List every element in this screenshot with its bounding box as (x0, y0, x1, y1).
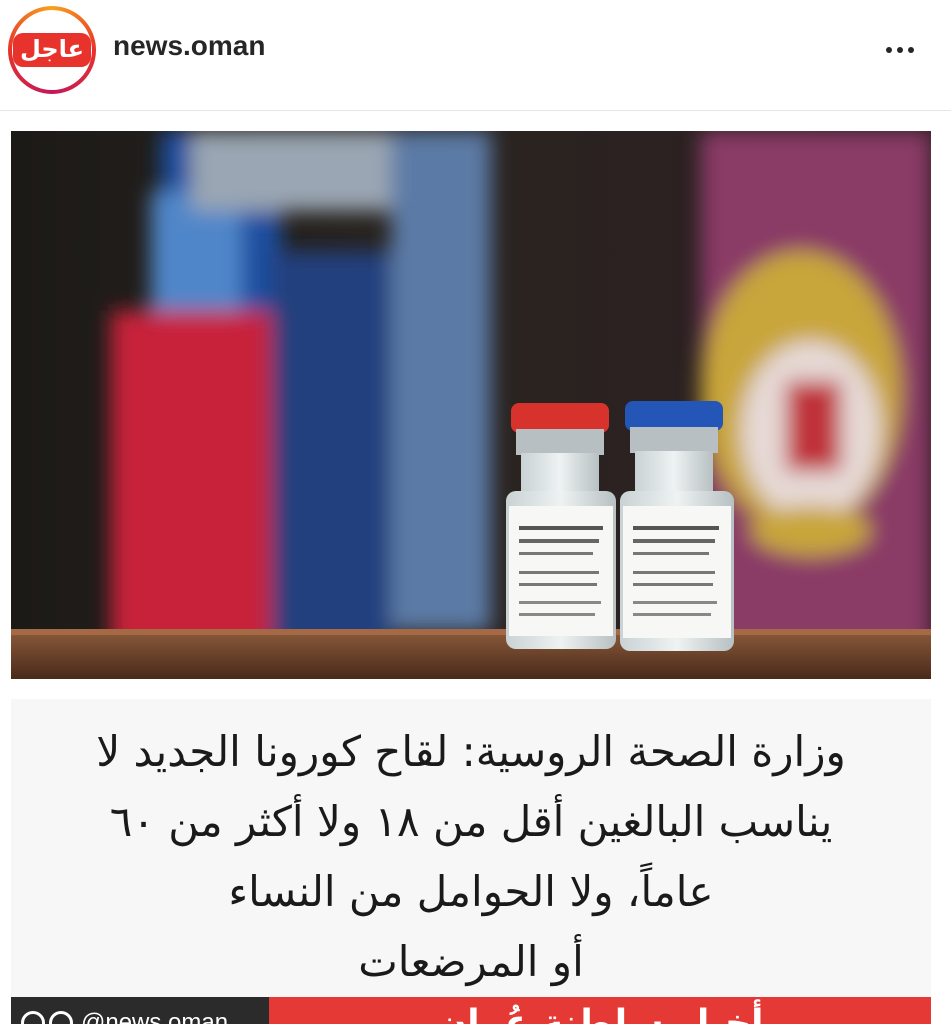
headline-text: وزارة الصحة الروسية: لقاح كورونا الجديد … (11, 717, 931, 997)
whatsapp-icon (21, 1011, 45, 1024)
avatar-logo: عاجل (12, 15, 92, 85)
footer-handle: @news.oman (81, 1009, 229, 1024)
blue-cap-vial (620, 401, 734, 651)
more-dot-icon (908, 47, 914, 53)
avatar-border: عاجل (12, 10, 92, 90)
post-photo[interactable] (11, 131, 931, 679)
headline-line: عاماً، ولا الحوامل من النساء (228, 867, 714, 916)
red-cap-vial (506, 403, 616, 649)
instagram-icon (49, 1011, 73, 1024)
footer-banner-text: أخبار سلطنة عُمان (269, 997, 931, 1024)
headline-line: وزارة الصحة الروسية: لقاح كورونا الجديد … (96, 727, 846, 776)
more-dot-icon (886, 47, 892, 53)
headline-line: أو المرضعات (358, 937, 584, 986)
post-caption-panel: وزارة الصحة الروسية: لقاح كورونا الجديد … (11, 699, 931, 999)
vaccine-vials-photo (11, 131, 931, 679)
username-link[interactable]: news.oman (113, 30, 265, 62)
post-header: عاجل news.oman (0, 0, 951, 111)
footer-handle-block: @news.oman (11, 997, 269, 1024)
avatar[interactable]: عاجل (8, 6, 96, 94)
post-footer-banner: @news.oman أخبار سلطنة عُمان (11, 997, 931, 1024)
avatar-logo-text: عاجل (12, 33, 92, 67)
headline-line: يناسب البالغين أقل من ١٨ ولا أكثر من ٦٠ (109, 797, 833, 846)
more-dot-icon (897, 47, 903, 53)
more-options-button[interactable] (872, 30, 928, 70)
